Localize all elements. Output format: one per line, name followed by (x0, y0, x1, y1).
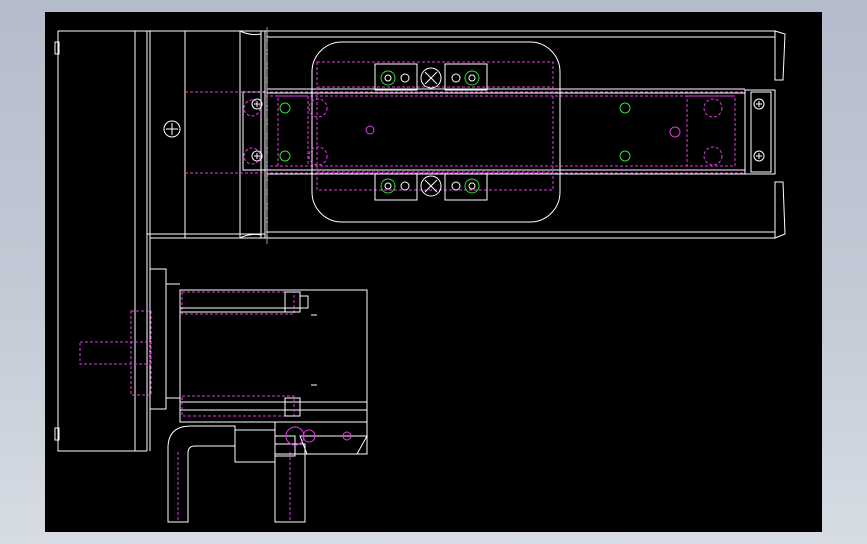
rail-holes (243, 98, 723, 166)
motor-housing (54, 30, 265, 452)
cad-drawing (54, 27, 786, 523)
lower-motor (179, 289, 368, 423)
slider-carriage (311, 41, 681, 223)
screw-symbols (163, 98, 765, 162)
cad-viewport[interactable] (45, 12, 822, 532)
motor-flange (79, 268, 180, 410)
connector-elbow (167, 425, 306, 523)
mounting-bracket (274, 421, 368, 455)
guide-rail (185, 88, 745, 175)
